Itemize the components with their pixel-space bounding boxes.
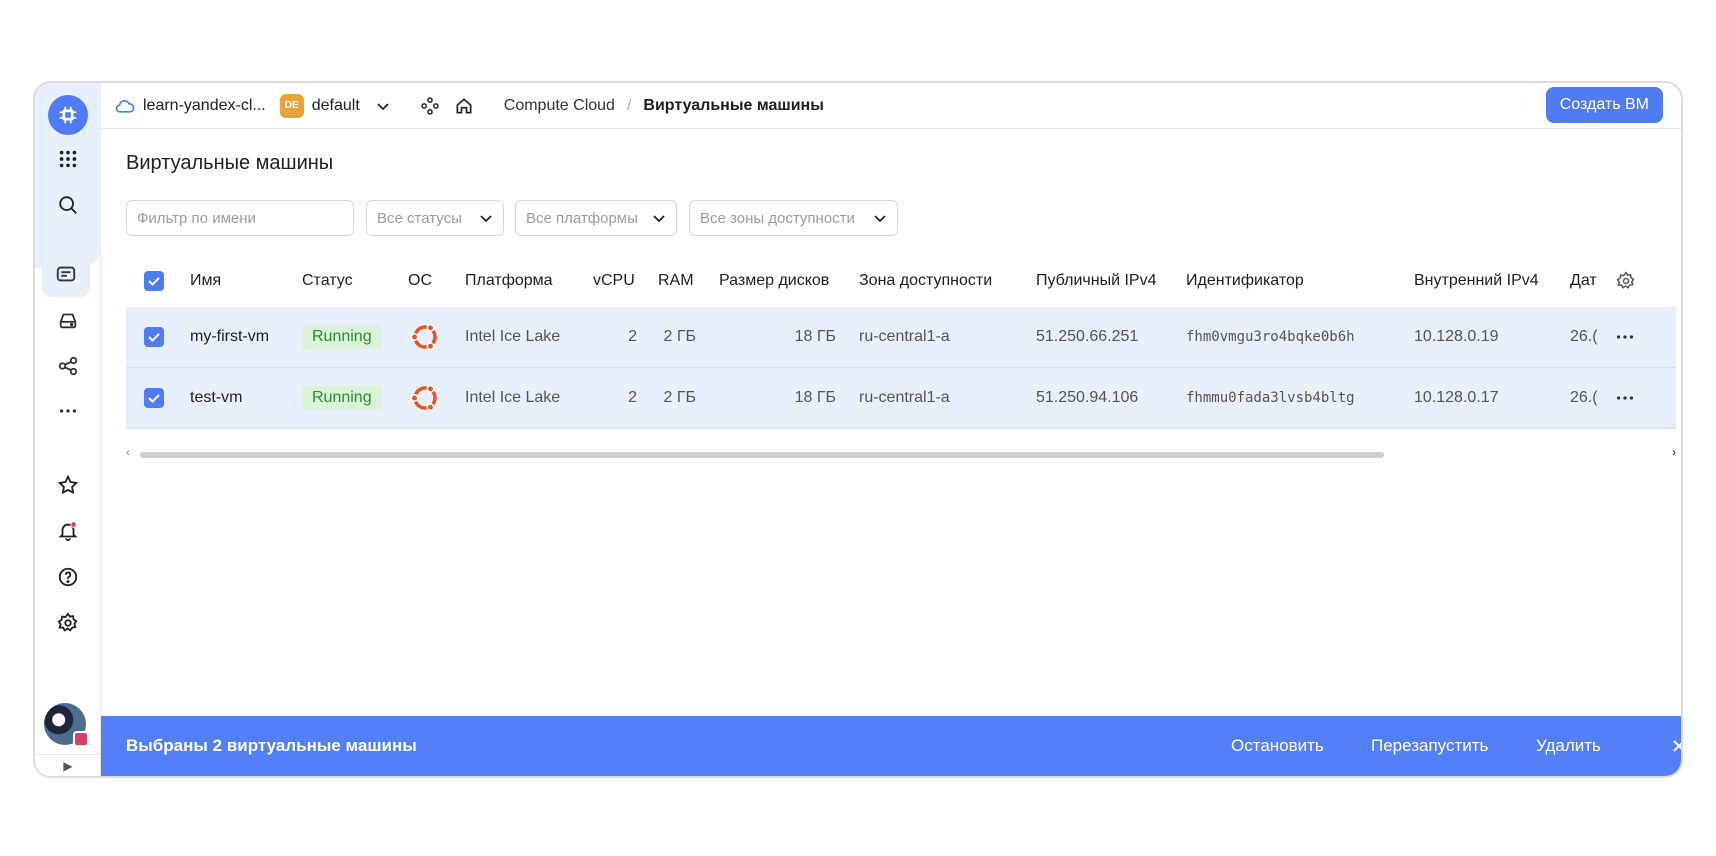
- col-date[interactable]: Дат: [1570, 272, 1598, 290]
- col-zone[interactable]: Зона доступности: [859, 272, 992, 290]
- platform-filter-select[interactable]: Все платформы: [515, 200, 677, 236]
- col-status[interactable]: Статус: [302, 272, 353, 290]
- restart-button[interactable]: Перезапустить: [1371, 736, 1488, 756]
- col-vcpu[interactable]: vCPU: [593, 272, 635, 290]
- scroll-right-icon[interactable]: ›: [1672, 445, 1676, 459]
- left-rail: ▶: [35, 83, 101, 776]
- zone-cell: ru-central1-a: [859, 328, 950, 345]
- col-ram[interactable]: RAM: [658, 272, 694, 290]
- settings-gear-icon[interactable]: [46, 601, 90, 645]
- cloud-icon: [115, 98, 135, 114]
- public-ip-cell: 51.250.66.251: [1036, 328, 1139, 345]
- row-checkbox[interactable]: [144, 388, 164, 408]
- ram-cell: 2 ГБ: [663, 389, 696, 406]
- selection-count-text: Выбраны 2 виртуальные машины: [126, 736, 417, 755]
- col-internal-ip[interactable]: Внутренний IPv4: [1414, 272, 1539, 290]
- breadcrumb-separator: /: [626, 96, 632, 114]
- disk-cell: 18 ГБ: [794, 328, 836, 345]
- ubuntu-icon: [410, 322, 440, 352]
- chevron-down-icon: [480, 215, 492, 223]
- col-public-ip[interactable]: Публичный IPv4: [1036, 272, 1156, 290]
- close-icon[interactable]: [1671, 738, 1681, 754]
- vm-table: Имя Статус ОС Платформа vCPU RAM Размер …: [126, 254, 1676, 429]
- services-grid-icon[interactable]: [46, 137, 90, 181]
- page-title: Виртуальные машины: [126, 152, 334, 174]
- zone-cell: ru-central1-a: [859, 389, 950, 406]
- col-name[interactable]: Имя: [190, 272, 221, 290]
- vcpu-cell: 2: [628, 328, 637, 345]
- status-badge: Running: [302, 325, 382, 349]
- table-row[interactable]: test-vm Running Intel Ice Lake 2 2 ГБ 18…: [126, 368, 1676, 429]
- disk-cell: 18 ГБ: [794, 389, 836, 406]
- platform-filter-value: Все платформы: [526, 209, 638, 227]
- cloud-name: learn-yandex-cl...: [143, 96, 266, 114]
- row-checkbox[interactable]: [144, 327, 164, 347]
- table-header-row: Имя Статус ОС Платформа vCPU RAM Размер …: [126, 254, 1676, 307]
- vm-name-link[interactable]: test-vm: [190, 389, 242, 407]
- col-os[interactable]: ОС: [408, 272, 432, 290]
- table-settings-gear-icon[interactable]: [1616, 270, 1636, 291]
- col-id[interactable]: Идентификатор: [1186, 272, 1304, 290]
- scrollbar-thumb[interactable]: [140, 452, 1384, 458]
- top-header: learn-yandex-cl... DE default Compute Cl…: [101, 83, 1681, 129]
- status-filter-select[interactable]: Все статусы: [366, 200, 504, 236]
- platform-cell: Intel Ice Lake: [465, 328, 561, 345]
- public-ip-cell: 51.250.94.106: [1036, 389, 1139, 406]
- chevron-down-icon: [653, 215, 665, 223]
- breadcrumb: Compute Cloud / Виртуальные машины: [504, 97, 824, 115]
- col-platform[interactable]: Платформа: [465, 272, 553, 290]
- disk-icon[interactable]: [46, 298, 90, 342]
- id-cell: fhm0vmgu3ro4bqke0b6h: [1186, 329, 1355, 345]
- horizontal-scrollbar[interactable]: ‹ ›: [126, 445, 1676, 460]
- ram-cell: 2 ГБ: [663, 328, 696, 345]
- status-badge: Running: [302, 386, 382, 410]
- compute-logo-icon[interactable]: [48, 95, 88, 135]
- main-content: Виртуальные машины Фильтр по имени Все с…: [101, 130, 1681, 716]
- vm-name-link[interactable]: my-first-vm: [190, 328, 269, 346]
- select-all-checkbox[interactable]: [144, 270, 164, 291]
- name-filter-placeholder: Фильтр по имени: [137, 209, 256, 227]
- cloud-selector[interactable]: learn-yandex-cl...: [115, 97, 266, 115]
- selection-action-bar: Выбраны 2 виртуальные машины Остановить …: [101, 716, 1681, 776]
- ubuntu-icon: [410, 383, 440, 413]
- console-window: ▶ learn-yandex-cl... DE default Compute …: [33, 81, 1683, 778]
- internal-ip-cell: 10.128.0.17: [1414, 389, 1499, 406]
- row-actions-icon[interactable]: [1614, 326, 1636, 348]
- vcpu-cell: 2: [628, 389, 637, 406]
- star-icon[interactable]: [46, 463, 90, 507]
- delete-button[interactable]: Удалить: [1536, 736, 1601, 756]
- service-map-icon[interactable]: [420, 96, 440, 116]
- notifications-bell-icon[interactable]: [46, 509, 90, 553]
- platform-cell: Intel Ice Lake: [465, 389, 561, 406]
- row-actions-icon[interactable]: [1614, 387, 1636, 409]
- chevron-down-icon: [874, 215, 886, 223]
- folder-badge: DE: [279, 93, 304, 118]
- folder-name: default: [311, 96, 360, 114]
- scroll-left-icon[interactable]: ‹: [126, 445, 130, 459]
- date-cell: 26.(: [1570, 389, 1598, 406]
- id-cell: fhmmu0fada3lvsb4bltg: [1186, 390, 1355, 406]
- status-filter-value: Все статусы: [377, 209, 462, 227]
- create-vm-button[interactable]: Создать ВМ: [1545, 87, 1663, 123]
- breadcrumb-service[interactable]: Compute Cloud: [504, 97, 615, 115]
- chevron-down-icon[interactable]: [376, 99, 390, 113]
- help-icon[interactable]: [46, 555, 90, 599]
- search-icon[interactable]: [46, 183, 90, 227]
- date-cell: 26.(: [1570, 328, 1598, 345]
- home-icon[interactable]: [454, 96, 474, 116]
- network-icon[interactable]: [46, 344, 90, 388]
- name-filter-input[interactable]: Фильтр по имени: [126, 200, 354, 236]
- expand-rail-icon[interactable]: ▶: [35, 754, 101, 776]
- zone-filter-select[interactable]: Все зоны доступности: [689, 200, 898, 236]
- avatar-badge-icon: [73, 731, 89, 747]
- table-row[interactable]: my-first-vm Running Intel Ice Lake 2 2 Г…: [126, 307, 1676, 368]
- col-disk[interactable]: Размер дисков: [719, 272, 829, 290]
- folder-selector[interactable]: DE default: [279, 93, 390, 118]
- vm-list-icon[interactable]: [42, 251, 90, 297]
- breadcrumb-current: Виртуальные машины: [643, 96, 824, 114]
- zone-filter-value: Все зоны доступности: [700, 209, 855, 227]
- stop-button[interactable]: Остановить: [1231, 736, 1324, 756]
- more-icon[interactable]: [46, 389, 90, 433]
- internal-ip-cell: 10.128.0.19: [1414, 328, 1499, 345]
